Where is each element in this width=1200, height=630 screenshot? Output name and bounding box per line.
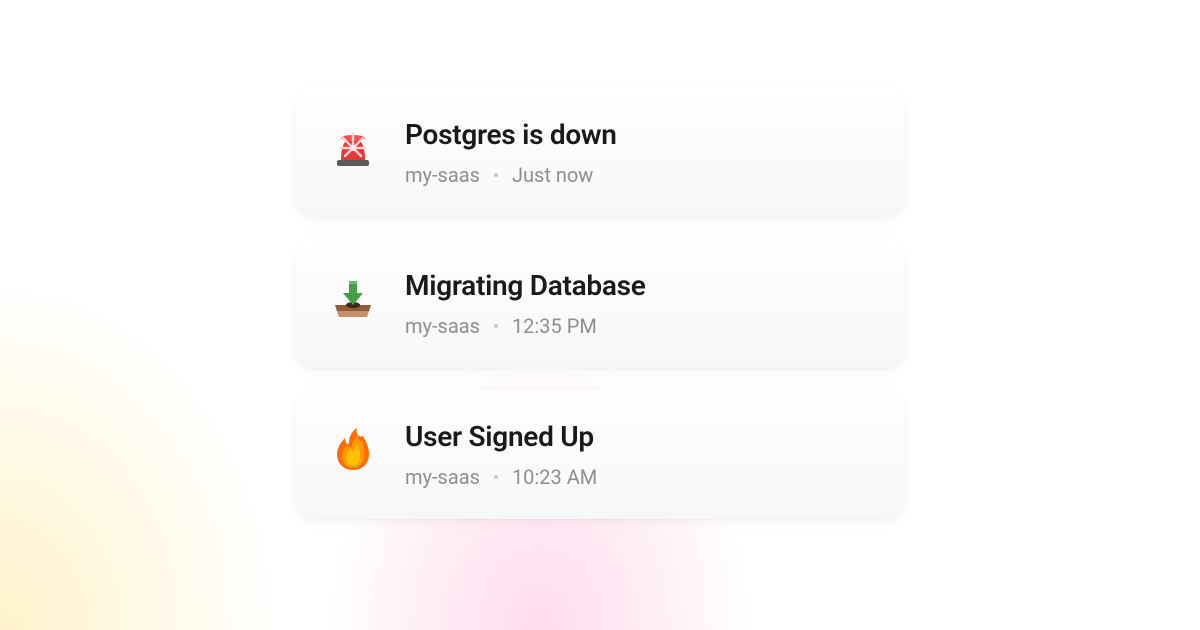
meta-separator-icon [494,324,498,328]
notification-card[interactable]: Postgres is down my-saas Just now [295,88,905,217]
notification-project: my-saas [405,465,480,489]
meta-separator-icon [494,475,498,479]
notification-meta: my-saas 12:35 PM [405,314,871,338]
meta-separator-icon [494,173,498,177]
notification-project: my-saas [405,314,480,338]
siren-icon [329,124,377,172]
notification-meta: my-saas Just now [405,163,871,187]
notification-time: 12:35 PM [512,314,597,338]
fire-icon [329,426,377,474]
notification-meta: my-saas 10:23 AM [405,465,871,489]
notification-time: Just now [512,163,593,187]
notification-time: 10:23 AM [512,465,597,489]
download-tray-icon [329,275,377,323]
notification-content: User Signed Up my-saas 10:23 AM [405,420,871,489]
notification-card[interactable]: User Signed Up my-saas 10:23 AM [295,390,905,519]
notification-project: my-saas [405,163,480,187]
notification-content: Migrating Database my-saas 12:35 PM [405,269,871,338]
notification-card[interactable]: Migrating Database my-saas 12:35 PM [295,239,905,368]
notification-title: Migrating Database [405,269,871,302]
notification-content: Postgres is down my-saas Just now [405,118,871,187]
notification-title: User Signed Up [405,420,871,453]
notifications-list: Postgres is down my-saas Just now [295,88,905,519]
notification-title: Postgres is down [405,118,871,151]
